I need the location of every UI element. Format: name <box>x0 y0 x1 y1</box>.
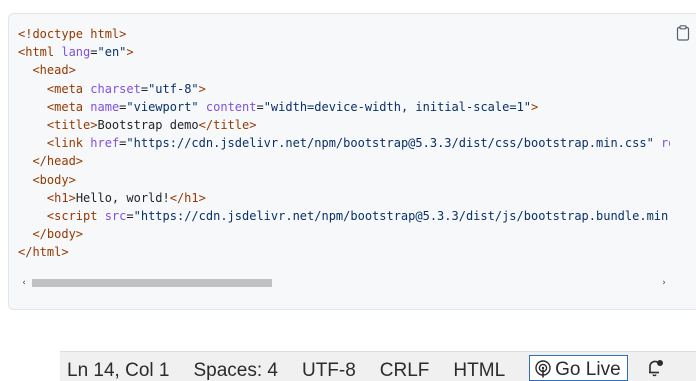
encoding-setting[interactable]: UTF-8 <box>302 360 356 381</box>
code-line: <body> <box>18 171 670 189</box>
code-token-tag: </body> <box>32 227 84 242</box>
copy-icon[interactable] <box>676 25 690 41</box>
code-token-tag: </h1> <box>169 190 206 205</box>
code-token-punct: = <box>126 208 134 223</box>
code-line: <head> <box>18 61 670 79</box>
code-line: </html> <box>18 243 670 261</box>
code-line: <title>Bootstrap demo</title> <box>18 116 670 134</box>
code-block[interactable]: <!doctype html> <html lang="en"> <head> <… <box>18 25 670 273</box>
code-line: </body> <box>18 225 670 243</box>
code-token-tag: > <box>126 45 134 60</box>
line-ending-setting[interactable]: CRLF <box>380 360 430 381</box>
code-token-punct: = <box>140 81 149 96</box>
code-token-tag: > <box>198 81 206 96</box>
bell-icon[interactable] <box>646 358 664 378</box>
code-token-str: "viewport" <box>126 99 199 114</box>
go-live-button[interactable]: Go Live <box>529 355 628 381</box>
code-line: <meta name="viewport" content="width=dev… <box>18 98 670 116</box>
code-token-tag: </head> <box>32 154 84 169</box>
code-token-tag: <title> <box>46 117 98 132</box>
language-mode[interactable]: HTML <box>453 360 505 381</box>
code-token-str: "https://cdn.jsdelivr.net/npm/bootstrap@… <box>133 208 670 223</box>
code-line: <html lang="en"> <box>18 43 670 61</box>
code-token-attr: rel <box>661 136 670 151</box>
broadcast-icon <box>535 360 551 378</box>
code-line: <link href="https://cdn.jsdelivr.net/npm… <box>18 134 670 152</box>
horizontal-scrollbar[interactable]: ‹ › <box>18 276 670 290</box>
page: <!doctype html> <html lang="en"> <head> <… <box>0 0 696 381</box>
code-token-tag: </title> <box>198 117 257 132</box>
cursor-position[interactable]: Ln 14, Col 1 <box>67 360 169 381</box>
code-line: <!doctype html> <box>18 25 670 43</box>
code-token-str: "en" <box>97 45 127 60</box>
code-token-tag: <html <box>18 45 62 60</box>
code-token-attr: content <box>205 99 257 114</box>
code-token-str: "https://cdn.jsdelivr.net/npm/bootstrap@… <box>126 136 654 151</box>
code-token-attr: lang <box>61 45 91 60</box>
status-bar: Ln 14, Col 1 Spaces: 4 UTF-8 CRLF HTML Go Li… <box>60 351 696 381</box>
code-line: <meta charset="utf-8"> <box>18 80 670 98</box>
code-line: <h1>Hello, world!</h1> <box>18 189 670 207</box>
code-token-txt: Bootstrap demo <box>97 117 199 132</box>
code-token-punct: = <box>90 45 98 60</box>
go-live-label: Go Live <box>555 359 621 380</box>
scroll-right-arrow-icon[interactable]: › <box>658 276 670 290</box>
code-token-str: "width=device-width, initial-scale=1" <box>263 99 532 114</box>
code-token-str: "utf-8" <box>148 81 199 96</box>
code-token-tag: <link <box>46 136 91 151</box>
code-token-attr: charset <box>90 81 141 96</box>
code-token-tag: > <box>531 99 539 114</box>
code-token-tag: <meta <box>46 81 91 96</box>
scroll-left-arrow-icon[interactable]: ‹ <box>18 276 30 290</box>
code-token-attr: name <box>90 99 120 114</box>
scrollbar-track[interactable] <box>32 279 656 287</box>
code-token-attr: src <box>104 208 127 223</box>
scrollbar-thumb[interactable] <box>32 279 273 287</box>
code-token-punct: = <box>256 99 264 114</box>
code-token-tag: <body> <box>32 172 76 187</box>
code-token-tag: </html> <box>18 245 69 260</box>
code-token-tag: <h1> <box>46 190 76 205</box>
code-line: <script src="https://cdn.jsdelivr.net/np… <box>18 207 670 225</box>
code-token-tag: <meta <box>46 99 91 114</box>
code-token-tag: <head> <box>32 63 76 78</box>
code-token-tag: <!doctype html> <box>18 27 127 41</box>
code-token-txt: Hello, world! <box>75 190 170 205</box>
code-token-attr: href <box>90 136 120 151</box>
code-token-tag: <script <box>46 208 105 223</box>
code-line: </head> <box>18 152 670 170</box>
indentation-setting[interactable]: Spaces: 4 <box>193 360 278 381</box>
